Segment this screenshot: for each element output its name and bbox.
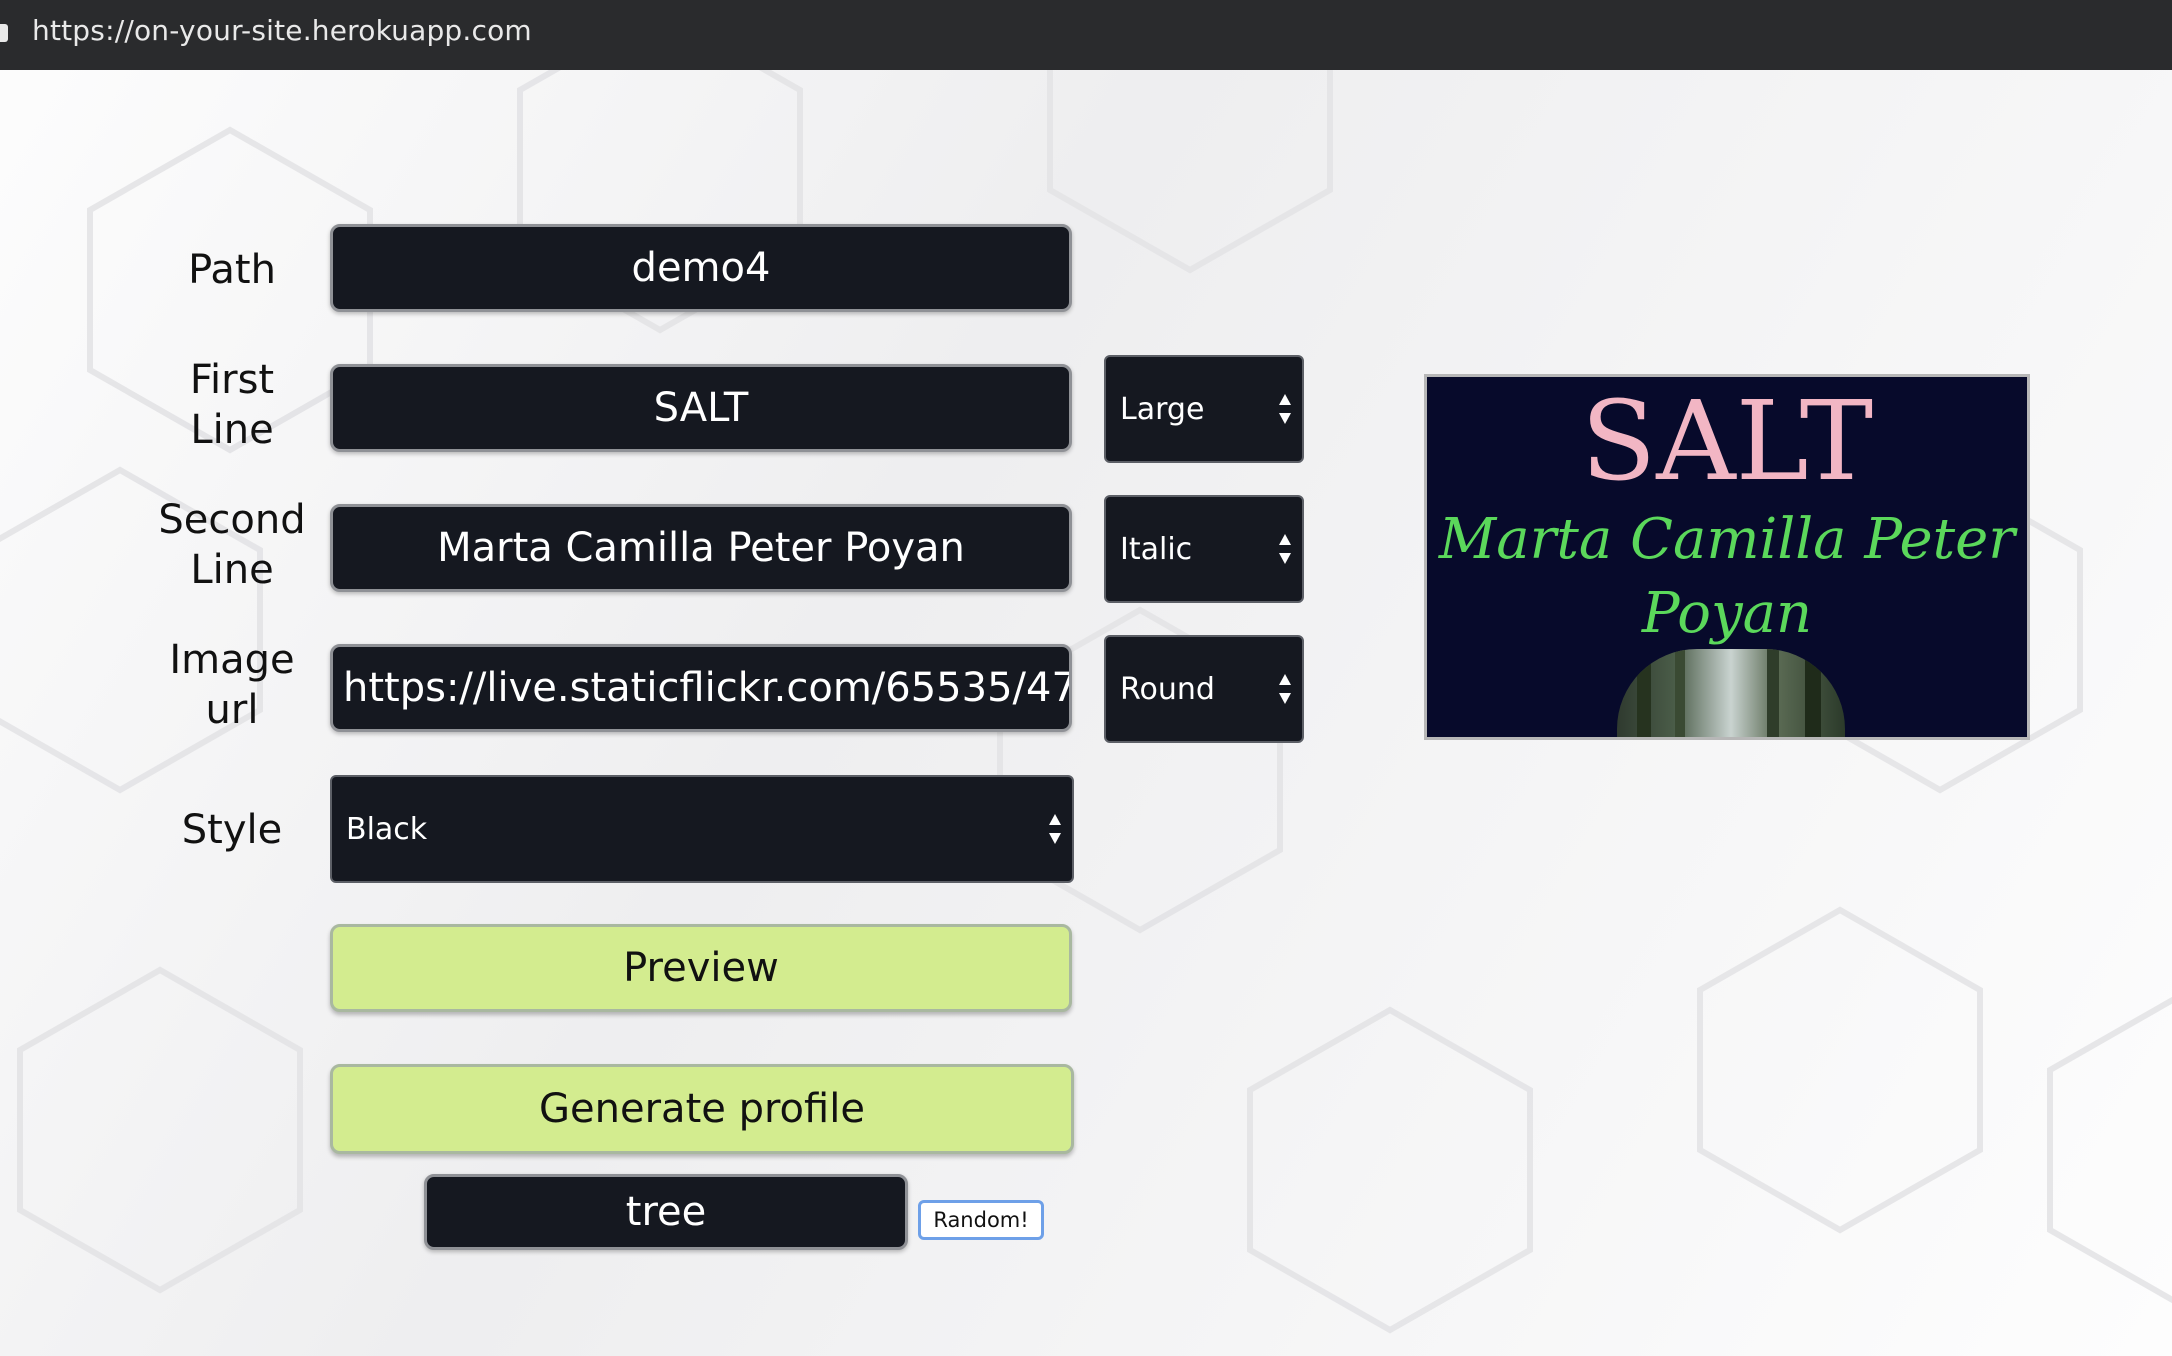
random-button[interactable]: Random!	[918, 1200, 1044, 1240]
forest-image	[1637, 649, 1821, 737]
second-line-label-1: Second	[158, 497, 306, 543]
generate-profile-button[interactable]: Generate profile	[330, 1064, 1074, 1154]
second-line-label-2: Line	[190, 547, 274, 593]
first-line-size-value: Large	[1120, 391, 1205, 427]
preview-round-image	[1617, 649, 1845, 737]
preview-subtitle: Marta Camilla Peter Poyan	[1427, 503, 2027, 651]
style-label: Style	[181, 807, 283, 853]
first-line-label-2: Line	[190, 407, 274, 453]
second-line-style-value: Italic	[1120, 531, 1193, 567]
preview-subtitle-line-2: Poyan	[1641, 581, 1813, 646]
image-url-label-2: url	[205, 687, 259, 733]
browser-address-bar[interactable]: https://on-your-site.herokuapp.com	[0, 0, 2172, 70]
style-value: Black	[346, 811, 428, 847]
image-shape-select[interactable]: Round	[1104, 635, 1304, 743]
first-line-size-select[interactable]: Large	[1104, 355, 1304, 463]
image-url-input[interactable]: https://live.staticflickr.com/65535/4712	[330, 644, 1072, 732]
address-url[interactable]: https://on-your-site.herokuapp.com	[32, 14, 532, 47]
select-arrows-icon	[1049, 814, 1061, 844]
preview-button[interactable]: Preview	[330, 924, 1072, 1012]
first-line-input[interactable]: SALT	[330, 364, 1072, 452]
first-line-label-1: First	[189, 357, 275, 403]
path-input[interactable]: demo4	[330, 224, 1072, 312]
preview-title: SALT	[1580, 377, 1874, 505]
style-select[interactable]: Black	[330, 775, 1074, 883]
path-label: Path	[188, 247, 276, 293]
select-arrows-icon	[1279, 674, 1291, 704]
select-arrows-icon	[1279, 534, 1291, 564]
image-shape-value: Round	[1120, 671, 1215, 707]
image-url-label-1: Image	[169, 637, 295, 683]
preview-subtitle-line-1: Marta Camilla Peter	[1438, 507, 2016, 572]
second-line-style-select[interactable]: Italic	[1104, 495, 1304, 603]
profile-preview-card: SALT Marta Camilla Peter Poyan	[1424, 374, 2030, 740]
second-line-input[interactable]: Marta Camilla Peter Poyan	[330, 504, 1072, 592]
select-arrows-icon	[1279, 394, 1291, 424]
image-keyword-input[interactable]: tree	[424, 1174, 908, 1250]
lock-icon	[0, 24, 8, 42]
